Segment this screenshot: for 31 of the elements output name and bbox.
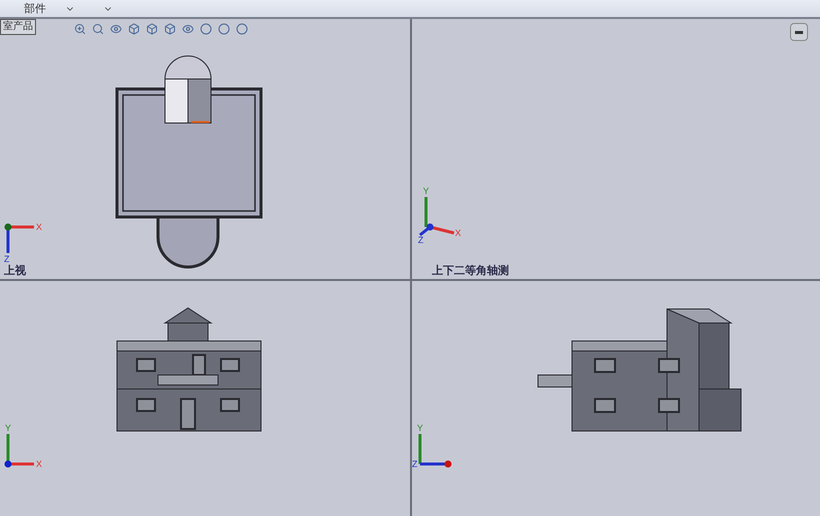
origin-dot — [426, 224, 434, 230]
ribbon-button[interactable]: 部件 — [10, 4, 60, 17]
minimize-button[interactable] — [790, 23, 808, 41]
axis-label: Z — [412, 459, 418, 469]
viewport[interactable]: Y Z — [412, 281, 820, 516]
viewport[interactable]: Y X Z 上下二等角轴测 — [412, 19, 820, 279]
view-tool-icon[interactable] — [74, 23, 86, 35]
document-tab[interactable]: 室产品 — [0, 19, 36, 35]
origin-dot — [444, 460, 452, 468]
view-tool-icon[interactable] — [146, 23, 158, 35]
axis-label: X — [455, 228, 462, 238]
view-tool-icon[interactable] — [218, 23, 230, 35]
axis-label: Z — [4, 254, 10, 264]
view-name-label: 上视 — [4, 266, 26, 277]
axis-label: Y — [417, 423, 424, 433]
axis-label: Y — [5, 423, 12, 433]
axis-label: Y — [423, 186, 430, 196]
origin-dot — [4, 460, 12, 468]
view-tool-icon[interactable] — [182, 23, 194, 35]
view-tool-icon[interactable] — [110, 23, 122, 35]
minimize-icon — [795, 30, 803, 34]
view-tool-icon[interactable] — [200, 23, 212, 35]
view-tool-icon[interactable] — [236, 23, 248, 35]
view-tool-icon[interactable] — [164, 23, 176, 35]
axis-label: Z — [418, 235, 424, 245]
axis-label: X — [36, 459, 42, 469]
axis-label: X — [36, 222, 42, 232]
view-name-label: 上下二等角轴测 — [432, 266, 509, 277]
view-tool-icon[interactable] — [128, 23, 140, 35]
origin-dot — [4, 224, 12, 230]
view-tool-icon[interactable] — [92, 23, 104, 35]
